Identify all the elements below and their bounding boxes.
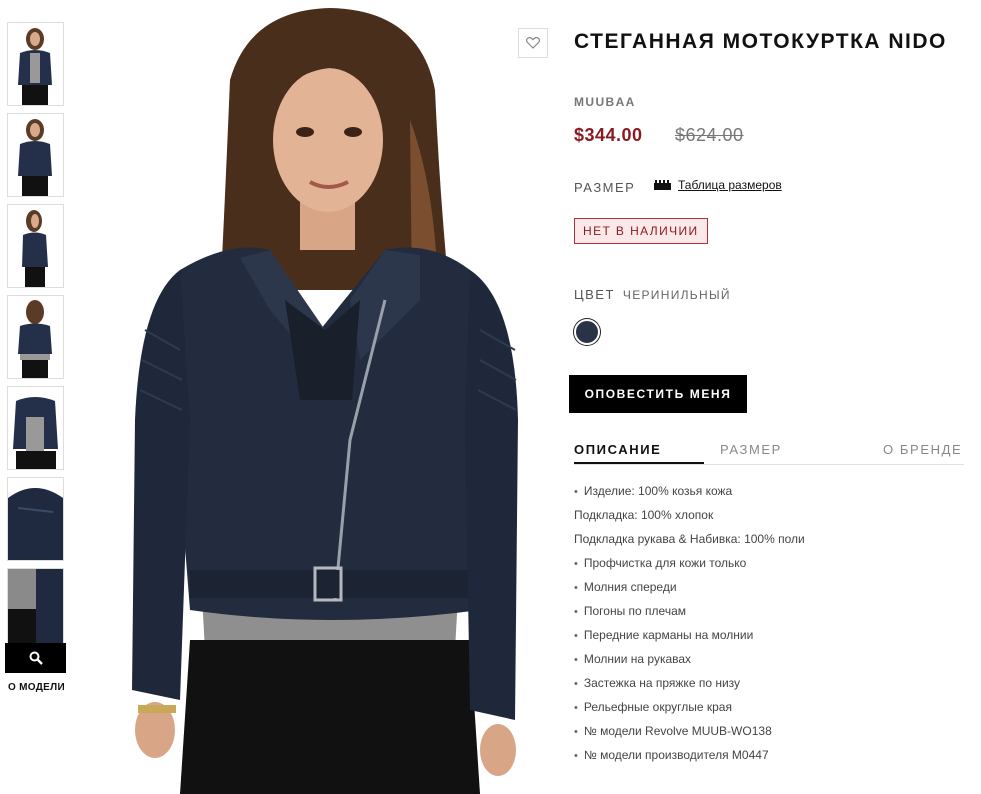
size-label: РАЗМЕР	[574, 180, 636, 195]
active-tab-indicator	[574, 462, 704, 464]
out-of-stock-badge: НЕТ В НАЛИЧИИ	[574, 218, 708, 244]
thumbnail-gallery	[7, 22, 64, 659]
thumbnail-side[interactable]	[7, 204, 64, 288]
color-swatch-ink[interactable]	[574, 319, 600, 345]
description-item: Изделие: 100% козья кожа	[574, 484, 964, 508]
ruler-icon	[654, 180, 671, 190]
description-item: Рельефные округлые края	[574, 700, 964, 724]
main-product-image[interactable]	[120, 0, 540, 794]
description-item: № модели Revolve MUUB-WO138	[574, 724, 964, 748]
tab-description[interactable]: ОПИСАНИЕ	[574, 442, 661, 457]
wishlist-button[interactable]	[518, 28, 548, 58]
thumbnail-detail-sleeve[interactable]	[7, 568, 64, 652]
original-price: $624.00	[675, 125, 744, 145]
description-item: Застежка на пряжке по низу	[574, 676, 964, 700]
description-item: Погоны по плечам	[574, 604, 964, 628]
description-item: Молнии на рукавах	[574, 652, 964, 676]
thumbnail-flat[interactable]	[7, 386, 64, 470]
product-title: СТЕГАННАЯ МОТОКУРТКА NIDO	[574, 30, 947, 53]
description-item: Передние карманы на молнии	[574, 628, 964, 652]
product-tabs: ОПИСАНИЕ РАЗМЕР О БРЕНДЕ	[574, 440, 964, 465]
about-model-link[interactable]: О МОДЕЛИ	[8, 682, 65, 693]
description-item: Подкладка: 100% хлопок	[574, 508, 714, 522]
description-item: Профчистка для кожи только	[574, 556, 964, 580]
thumbnail-back[interactable]	[7, 295, 64, 379]
size-chart-label[interactable]: Таблица размеров	[678, 178, 782, 192]
color-label: ЦВЕТ	[574, 287, 615, 302]
color-row: ЦВЕТ ЧЕРИНИЛЬНЫЙ	[574, 287, 731, 302]
thumbnail-front[interactable]	[7, 22, 64, 106]
description-item: Молния спереди	[574, 580, 964, 604]
size-chart-link[interactable]: Таблица размеров	[654, 178, 782, 192]
tab-about-brand[interactable]: О БРЕНДЕ	[883, 442, 962, 457]
zoom-button[interactable]	[5, 643, 66, 673]
thumbnail-detail-shoulder[interactable]	[7, 477, 64, 561]
tab-size[interactable]: РАЗМЕР	[720, 442, 782, 457]
brand-name[interactable]: MUUBAA	[574, 95, 636, 109]
color-value: ЧЕРИНИЛЬНЫЙ	[622, 288, 731, 302]
magnifier-icon	[29, 651, 43, 665]
description-item: № модели производителя M0447	[574, 748, 964, 772]
description-list: Изделие: 100% козья кожаПодкладка: 100% …	[574, 484, 964, 772]
description-item: Подкладка рукава & Набивка: 100% поли	[574, 532, 805, 546]
sale-price: $344.00	[574, 125, 643, 145]
notify-me-button[interactable]: ОПОВЕСТИТЬ МЕНЯ	[569, 375, 747, 413]
heart-icon	[526, 37, 540, 49]
thumbnail-front-closed[interactable]	[7, 113, 64, 197]
